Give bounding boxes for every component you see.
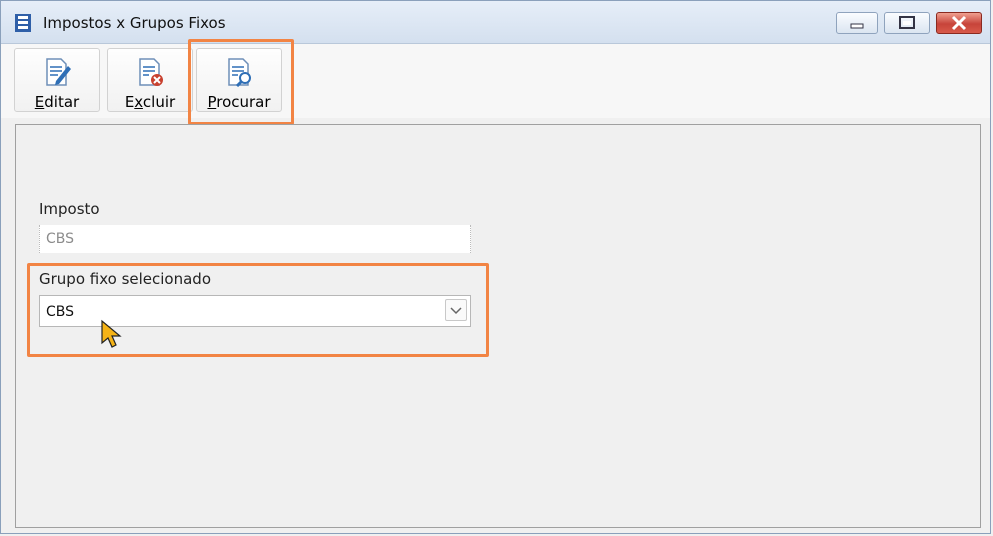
procurar-highlight [188,39,294,125]
excluir-label: Excluir [124,93,176,111]
maximize-button[interactable] [884,12,930,34]
grupo-label: Grupo fixo selecionado [39,270,212,288]
toolbar: Editar Excluir Procurar [1,44,990,118]
delete-document-icon [139,58,163,86]
editar-label: Editar [34,93,80,111]
imposto-value: CBS [46,231,75,247]
imposto-label: Imposto [39,200,100,218]
title-bar[interactable]: Impostos x Grupos Fixos [1,1,990,44]
app-icon [15,14,31,32]
maximize-icon [899,16,915,29]
window: Impostos x Grupos Fixos Editar Excluir P… [0,0,991,534]
editar-button[interactable]: Editar [14,48,100,112]
close-button[interactable] [936,12,982,34]
excluir-button[interactable]: Excluir [107,48,193,112]
grupo-value: CBS [46,304,75,320]
close-icon [951,15,967,31]
minimize-button[interactable] [836,12,878,34]
mouse-cursor-icon [101,319,122,348]
window-title: Impostos x Grupos Fixos [43,14,226,32]
edit-document-icon [46,58,71,86]
chevron-down-icon [450,307,462,315]
dropdown-button[interactable] [445,299,467,321]
imposto-field: CBS [39,225,471,253]
minimize-icon [850,23,864,29]
